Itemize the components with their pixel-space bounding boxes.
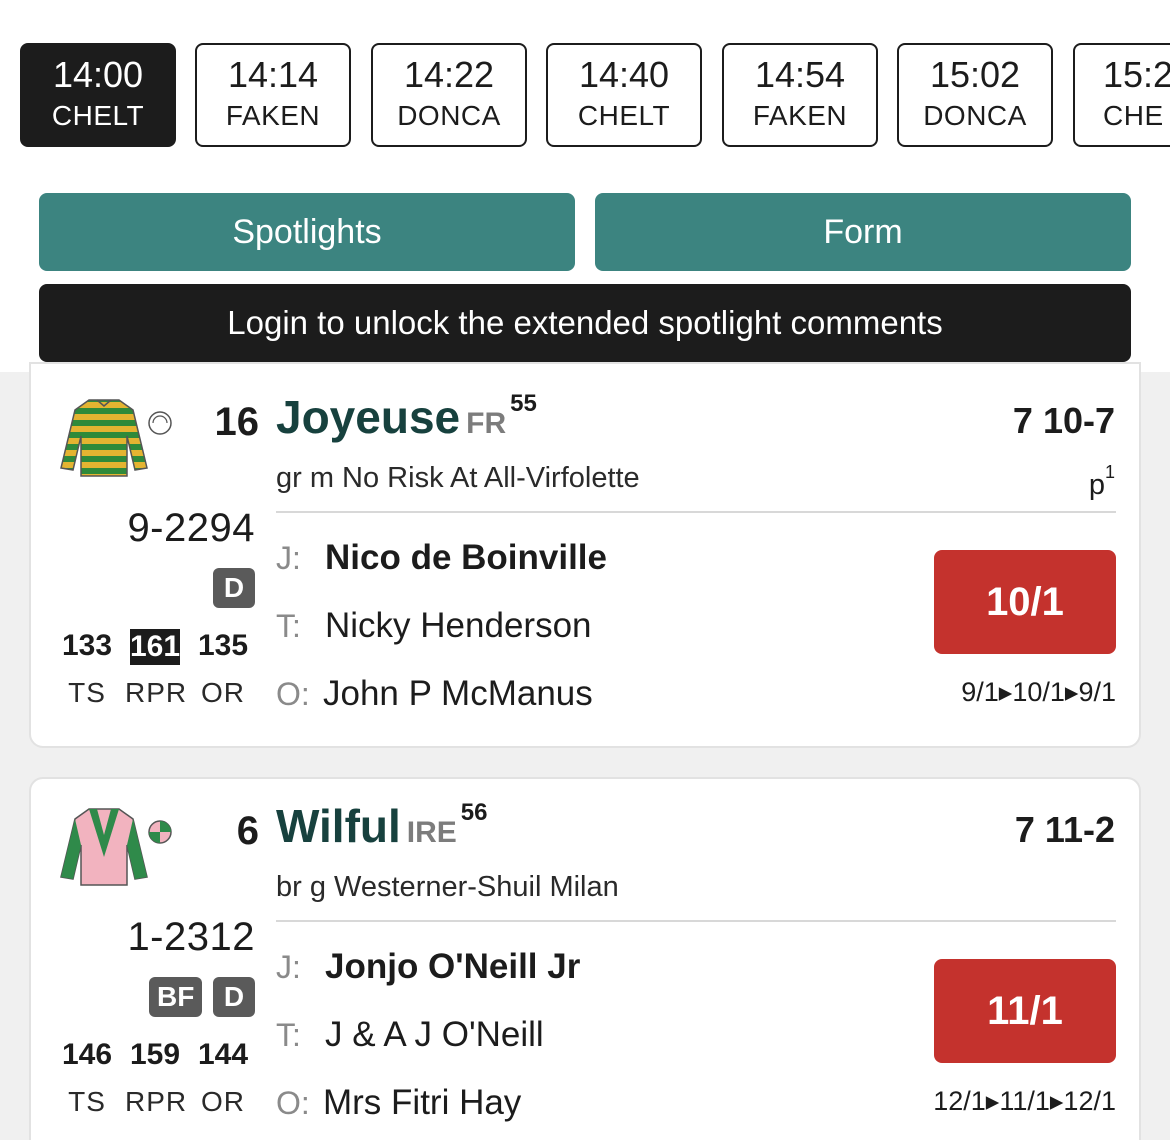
topspeed-label: TS	[68, 677, 106, 708]
form-button[interactable]: Form	[595, 193, 1131, 271]
odds-history: 12/1▸11/1▸12/1	[933, 1086, 1116, 1116]
race-time: 14:14	[227, 54, 319, 95]
saddle-cloth-number: 16	[214, 400, 260, 444]
race-course: DONCA	[397, 100, 501, 131]
owner-label: O:	[276, 676, 310, 712]
race-time: 15:2	[1103, 54, 1170, 95]
race-time: 15:02	[929, 54, 1021, 95]
jockey-name[interactable]: Nico de Boinville	[325, 538, 607, 578]
horse-name-text: Wilful	[276, 800, 401, 852]
rpr-value: 161	[130, 629, 181, 665]
runner-card[interactable]: 16 Joyeuse FR55 7 10-7 gr m No Risk At Al…	[29, 362, 1141, 748]
race-course: FAKEN	[752, 100, 848, 131]
race-course: CHELT	[51, 100, 145, 131]
race-tab-1414-faken[interactable]: 14:14 FAKEN	[195, 43, 351, 147]
quartered-cap-icon	[148, 820, 172, 844]
odds-history: 9/1▸10/1▸9/1	[961, 677, 1116, 707]
horse-name[interactable]: Joyeuse FR55	[276, 390, 537, 444]
owner-name[interactable]: Mrs Fitri Hay	[323, 1083, 521, 1123]
trainer-name[interactable]: Nicky Henderson	[325, 606, 592, 646]
official-rating-value: 135	[197, 629, 249, 662]
race-tab-1454-faken[interactable]: 14:54 FAKEN	[722, 43, 878, 147]
trainer-label: T:	[276, 608, 301, 644]
race-tab-1400-chelt[interactable]: 14:00 CHELT	[20, 43, 176, 147]
race-course: FAKEN	[225, 100, 321, 131]
horse-rating: 56	[460, 799, 488, 826]
race-time: 14:40	[578, 54, 670, 95]
saddle-cloth-number: 6	[236, 809, 259, 853]
jockey-name[interactable]: Jonjo O'Neill Jr	[325, 947, 580, 987]
form-figures: 1-2312	[127, 915, 255, 959]
runner-card[interactable]: 6 Wilful IRE56 7 11-2 br g Westerner-Shui…	[29, 777, 1141, 1140]
race-tab-1440-chelt[interactable]: 14:40 CHELT	[546, 43, 702, 147]
headgear: p1	[1055, 462, 1115, 502]
topspeed-value: 133	[61, 629, 113, 662]
pink-green-chevron-silks-icon	[60, 808, 148, 886]
form-figures: 9-2294	[127, 506, 255, 550]
spotlights-button[interactable]: Spotlights	[39, 193, 575, 271]
headgear-first-time: 1	[1104, 462, 1115, 482]
age-weight: 7 10-7	[1012, 400, 1115, 441]
breeding: br g Westerner-Shuil Milan	[276, 871, 619, 903]
official-rating-value: 144	[197, 1038, 249, 1071]
race-time-strip: 14:00 CHELT 14:14 FAKEN 14:22 DONCA 14:4…	[0, 0, 1170, 170]
race-course: DONCA	[923, 100, 1027, 131]
horse-origin: IRE	[406, 816, 457, 849]
breeding: gr m No Risk At All-Virfolette	[276, 462, 640, 494]
odds-button[interactable]: 11/1	[934, 959, 1116, 1063]
race-course: CHELT	[577, 100, 671, 131]
race-tab-1502-donca[interactable]: 15:02 DONCA	[897, 43, 1053, 147]
trainer-label: T:	[276, 1017, 301, 1053]
race-time: 14:22	[403, 54, 495, 95]
age-weight: 7 11-2	[1014, 809, 1115, 850]
race-course: CHE	[1103, 100, 1164, 131]
topspeed-label: TS	[68, 1086, 106, 1117]
horse-name-text: Joyeuse	[276, 391, 461, 443]
trainer-name[interactable]: J & A J O'Neill	[325, 1015, 544, 1055]
horse-rating: 55	[510, 390, 537, 417]
divider	[276, 920, 1116, 922]
white-cap-icon	[148, 411, 172, 435]
horse-origin: FR	[466, 407, 507, 440]
distance-winner-badge: D	[213, 568, 255, 608]
race-time: 14:00	[52, 54, 144, 95]
jockey-label: J:	[276, 949, 301, 985]
rpr-value: 159	[129, 1038, 181, 1071]
distance-winner-badge: D	[213, 977, 255, 1017]
green-gold-hooped-silks-icon	[60, 399, 148, 477]
race-tab-1422-donca[interactable]: 14:22 DONCA	[371, 43, 527, 147]
headgear-code: p	[1088, 469, 1105, 501]
owner-label: O:	[276, 1085, 310, 1121]
race-tab-1520-chelt[interactable]: 15:2 CHE	[1073, 43, 1170, 147]
login-banner[interactable]: Login to unlock the extended spotlight c…	[39, 284, 1131, 362]
beaten-favourite-badge: BF	[149, 977, 203, 1017]
odds-button[interactable]: 10/1	[934, 550, 1116, 654]
topspeed-value: 146	[61, 1038, 113, 1071]
rpr-label: RPR	[125, 677, 188, 708]
rpr-label: RPR	[125, 1086, 188, 1117]
owner-name[interactable]: John P McManus	[323, 674, 593, 714]
official-rating-label: OR	[201, 677, 245, 708]
horse-name[interactable]: Wilful IRE56	[276, 799, 488, 853]
jockey-label: J:	[276, 540, 301, 576]
divider	[276, 511, 1116, 513]
race-time: 14:54	[754, 54, 846, 95]
official-rating-label: OR	[201, 1086, 245, 1117]
